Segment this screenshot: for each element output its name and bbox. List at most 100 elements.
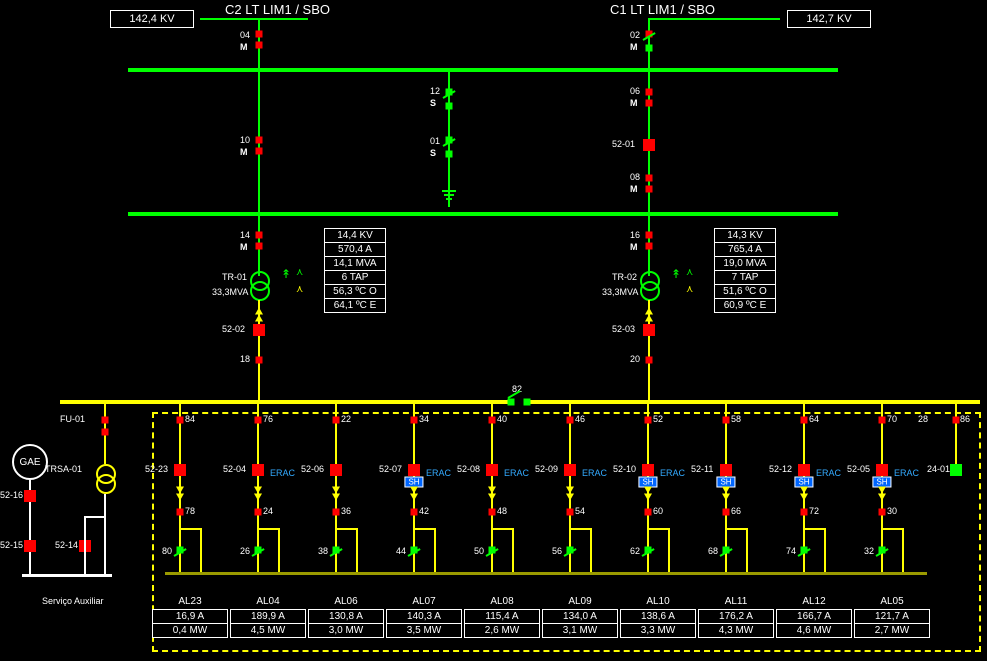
arrow-icon — [645, 308, 653, 315]
feeder-name: AL04 — [256, 596, 279, 607]
isolator-mid[interactable] — [723, 509, 730, 516]
tr01-tap: 6 TAP — [324, 271, 386, 285]
tr02-a: 765,4 A — [714, 243, 776, 257]
lbl-top: 64 — [809, 414, 819, 424]
feeder-name: AL11 — [725, 596, 748, 607]
isolator-top[interactable] — [333, 417, 340, 424]
isolator-08[interactable] — [646, 175, 653, 182]
arrow-icon — [176, 494, 184, 501]
feeder-name: AL08 — [490, 596, 513, 607]
isolator-06[interactable] — [646, 89, 653, 96]
isolator-18[interactable] — [256, 357, 263, 364]
erac-label: ERAC — [816, 468, 841, 478]
isolator-mid[interactable] — [411, 509, 418, 516]
isolator-top[interactable] — [489, 417, 496, 424]
breaker-52-06[interactable] — [330, 464, 342, 476]
line — [648, 18, 706, 20]
isolator-01b[interactable] — [446, 151, 453, 158]
isolator-mid[interactable] — [879, 509, 886, 516]
breaker-2401[interactable] — [950, 464, 962, 476]
transformer-tr01[interactable] — [250, 271, 268, 299]
breaker-52-07[interactable] — [408, 464, 420, 476]
lbl-mid: 24 — [263, 506, 273, 516]
lbl-breaker: 52-06 — [301, 464, 324, 474]
breaker-5215[interactable] — [24, 540, 36, 552]
isolator-16b[interactable] — [646, 243, 653, 250]
lbl-top: 40 — [497, 414, 507, 424]
breaker-52-10[interactable] — [642, 464, 654, 476]
tr02-kv: 14,3 KV — [714, 228, 776, 243]
arrow-icon — [488, 487, 496, 494]
breaker-52-12[interactable] — [798, 464, 810, 476]
isolator-04b[interactable] — [256, 42, 263, 49]
gae-generator[interactable]: GAE — [12, 444, 48, 480]
isolator-mid[interactable] — [801, 509, 808, 516]
tr01-kv: 14,4 KV — [324, 228, 386, 243]
isolator-06b[interactable] — [646, 100, 653, 107]
lbl-20: 20 — [630, 354, 640, 364]
isolator-10b[interactable] — [256, 148, 263, 155]
arrow-icon: ↟ — [671, 267, 681, 281]
tr02-readings: 14,3 KV 765,4 A 19,0 MVA 7 TAP 51,6 ºC O… — [714, 228, 776, 313]
isolator-mid[interactable] — [255, 509, 262, 516]
arrow-icon: ↟ — [281, 267, 291, 281]
link — [648, 528, 670, 530]
breaker-5201[interactable] — [643, 139, 655, 151]
breaker-52-23[interactable] — [174, 464, 186, 476]
isolator-mid[interactable] — [645, 509, 652, 516]
link — [824, 528, 826, 572]
isolator-16[interactable] — [646, 232, 653, 239]
isolator-86[interactable] — [953, 417, 960, 424]
lbl-5215: 52-15 — [0, 540, 23, 550]
lbl-M: M — [240, 147, 248, 157]
isolator-mid[interactable] — [489, 509, 496, 516]
isolator-top[interactable] — [879, 417, 886, 424]
isolator-fu01t[interactable] — [102, 417, 109, 424]
tr02-mva: 19,0 MVA — [714, 257, 776, 271]
breaker-5216[interactable] — [24, 490, 36, 502]
transformer-tr02[interactable] — [640, 271, 658, 299]
isolator-mid[interactable] — [567, 509, 574, 516]
isolator-top[interactable] — [801, 417, 808, 424]
arrow-icon — [176, 487, 184, 494]
lbl-14: 14 — [240, 230, 250, 240]
feeder-amps: 16,9 A — [152, 609, 228, 624]
isolator-12b[interactable] — [446, 103, 453, 110]
breaker-52-11[interactable] — [720, 464, 732, 476]
isolator-10[interactable] — [256, 137, 263, 144]
lbl-breaker: 52-10 — [613, 464, 636, 474]
breaker-52-09[interactable] — [564, 464, 576, 476]
isolator-20[interactable] — [646, 357, 653, 364]
breaker-5202[interactable] — [253, 324, 265, 336]
isolator-top[interactable] — [255, 417, 262, 424]
isolator-08b[interactable] — [646, 186, 653, 193]
link — [180, 528, 202, 530]
isolator-14b[interactable] — [256, 243, 263, 250]
feeder-name: AL12 — [802, 596, 825, 607]
isolator-14[interactable] — [256, 232, 263, 239]
feeder-mw: 3,1 MW — [542, 624, 618, 638]
tie-b[interactable] — [524, 399, 531, 406]
breaker-5203[interactable] — [643, 324, 655, 336]
isolator-top[interactable] — [567, 417, 574, 424]
isolator-top[interactable] — [723, 417, 730, 424]
lbl-tr02: TR-02 — [612, 272, 637, 282]
breaker-52-04[interactable] — [252, 464, 264, 476]
transformer-trsa01[interactable] — [96, 464, 114, 492]
feeder-name: AL09 — [568, 596, 591, 607]
isolator-02b[interactable] — [646, 45, 653, 52]
arrow-icon — [254, 494, 262, 501]
breaker-52-08[interactable] — [486, 464, 498, 476]
isolator-top[interactable] — [177, 417, 184, 424]
isolator-04[interactable] — [256, 31, 263, 38]
link — [882, 528, 904, 530]
isolator-top[interactable] — [411, 417, 418, 424]
tr02-to: 51,6 ºC O — [714, 285, 776, 299]
tie-a[interactable] — [508, 399, 515, 406]
isolator-mid[interactable] — [333, 509, 340, 516]
lbl-02: 02 — [630, 30, 640, 40]
isolator-top[interactable] — [645, 417, 652, 424]
isolator-mid[interactable] — [177, 509, 184, 516]
isolator-fu01b[interactable] — [102, 429, 109, 436]
breaker-52-05[interactable] — [876, 464, 888, 476]
